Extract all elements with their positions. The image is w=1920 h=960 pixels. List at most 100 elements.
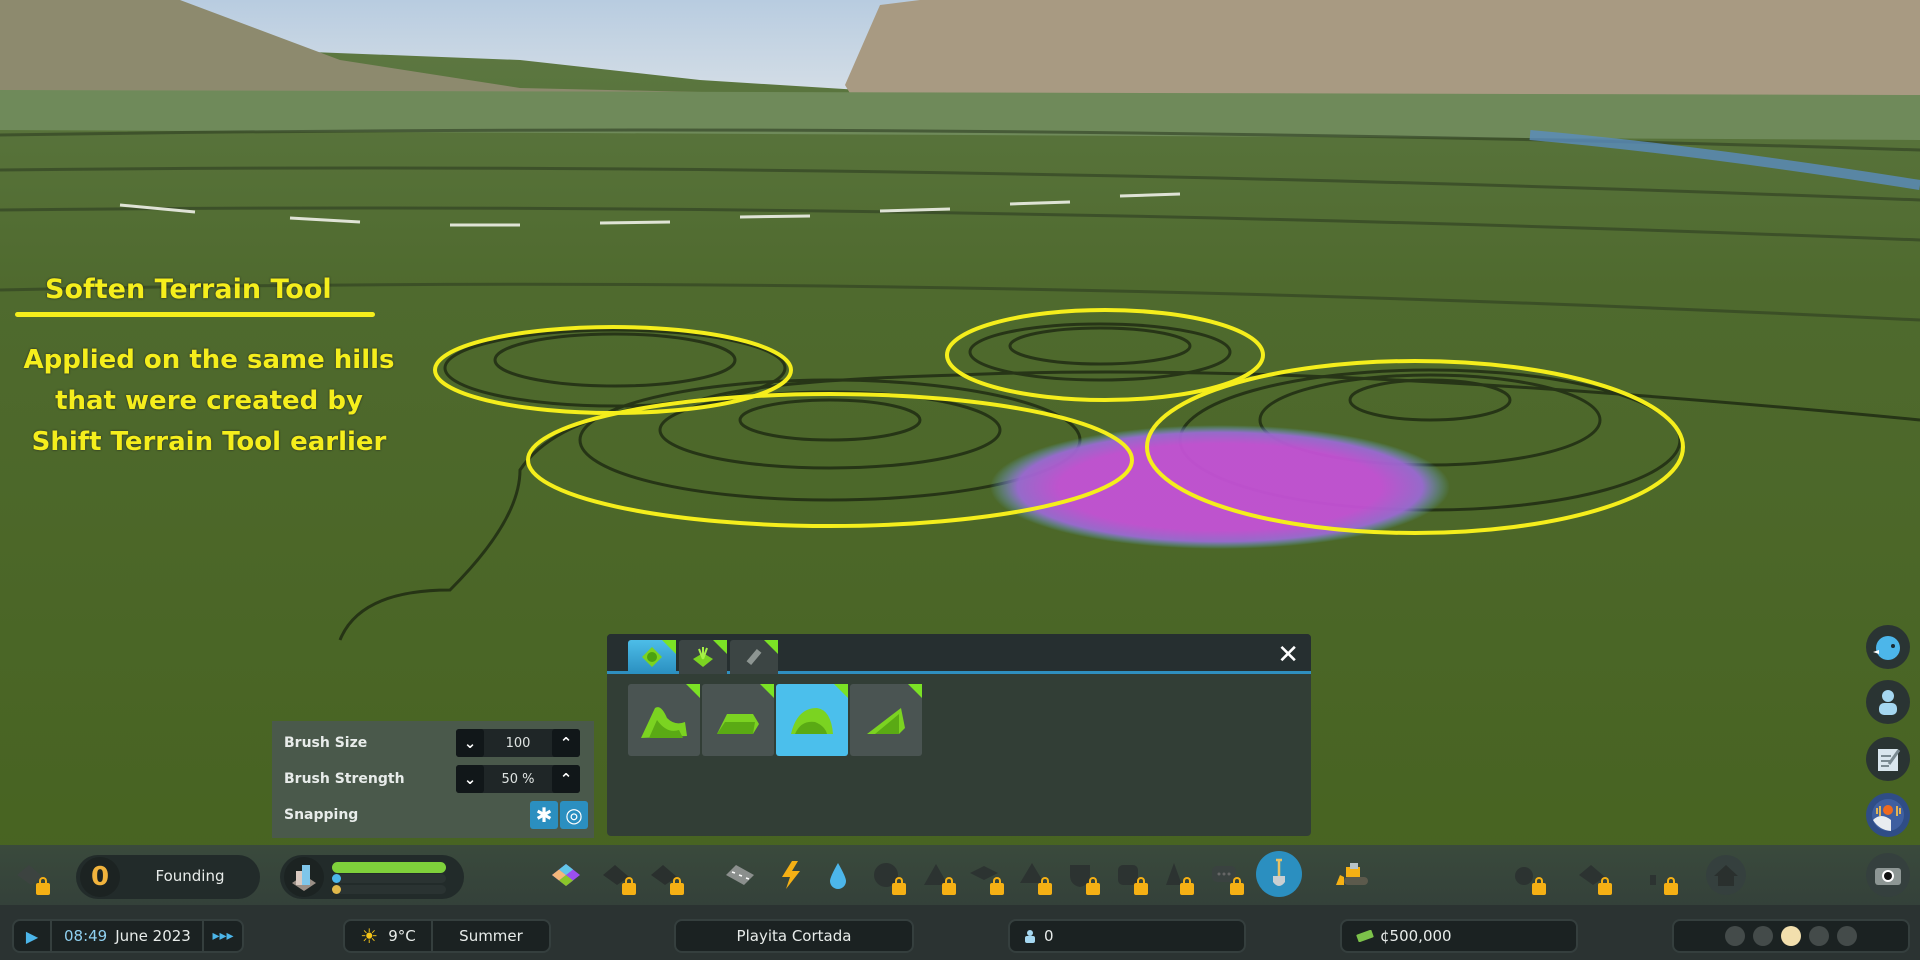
happiness-panel[interactable] <box>1672 919 1910 953</box>
transport-button[interactable] <box>1110 857 1148 895</box>
lock-icon <box>942 877 956 895</box>
brush-options-panel: Brush Size ⌄ 100 ⌃ Brush Strength ⌄ 50 %… <box>272 721 594 838</box>
tool-tabs: ✕ <box>607 634 1311 674</box>
locked-tool-button[interactable] <box>1640 857 1678 895</box>
annotation-body: Applied on the same hills that were crea… <box>4 340 414 463</box>
communications-button[interactable] <box>1206 857 1244 895</box>
chevron-down-icon[interactable]: ⌄ <box>456 765 484 793</box>
education-button[interactable] <box>966 857 1004 895</box>
money-icon <box>1356 930 1374 942</box>
journal-button[interactable] <box>1866 737 1910 781</box>
landscaping-locked-button[interactable] <box>646 857 684 895</box>
chevron-up-icon[interactable]: ⌃ <box>552 729 580 757</box>
fire-button[interactable] <box>1014 857 1052 895</box>
shovel-icon <box>1273 858 1285 886</box>
tab-terrain[interactable] <box>628 640 676 674</box>
locked-map-button[interactable] <box>1574 857 1612 895</box>
city-name[interactable]: Playita Cortada <box>674 919 914 953</box>
bird-icon <box>1873 636 1900 660</box>
time-controls: ▶ 08:49 June 2023 ▸▸▸ <box>12 919 244 953</box>
person-icon <box>1879 690 1897 715</box>
area-tool-button[interactable] <box>12 857 50 895</box>
lock-icon <box>1598 877 1612 895</box>
main-toolbar: 0 Founding <box>0 845 1920 905</box>
soften-terrain-tool[interactable] <box>776 684 848 756</box>
snapping-label: Snapping <box>284 807 359 823</box>
face-unhappy-icon <box>1753 926 1773 946</box>
calendar-date: June 2023 <box>115 927 191 945</box>
police-button[interactable] <box>1062 857 1100 895</box>
road-icon <box>726 865 754 885</box>
money-panel[interactable]: ¢500,000 <box>1340 919 1578 953</box>
progression-panel[interactable] <box>280 855 464 899</box>
annotation-line: Shift Terrain Tool earlier <box>31 427 387 457</box>
lock-icon <box>990 877 1004 895</box>
progress-bar-yellow <box>332 885 446 894</box>
lock-icon <box>670 877 684 895</box>
zoning-icon <box>552 864 580 886</box>
shift-terrain-tool[interactable] <box>628 684 700 756</box>
brush-strength-value: 50 % <box>501 771 535 787</box>
annotation-line: that were created by <box>55 386 363 416</box>
parks-button[interactable] <box>1156 857 1194 895</box>
brush-strength-stepper[interactable]: ⌄ 50 % ⌃ <box>456 765 580 793</box>
radio-button[interactable] <box>1866 793 1910 837</box>
status-bar <box>0 905 1920 960</box>
healthcare-button[interactable] <box>868 857 906 895</box>
annotation-underline <box>15 312 375 317</box>
landscaping-button[interactable] <box>1256 851 1302 897</box>
milestone-number: 0 <box>80 857 120 897</box>
slope-terrain-tool[interactable] <box>850 684 922 756</box>
temperature-display: ☀ 9°C <box>345 921 433 951</box>
garbage-button[interactable] <box>918 857 956 895</box>
lock-icon <box>622 877 636 895</box>
house-icon <box>1714 865 1738 886</box>
water-button[interactable] <box>820 857 856 893</box>
weather-panel[interactable]: ☀ 9°C Summer <box>343 919 551 953</box>
snap-contour-icon[interactable]: ◎ <box>560 801 588 829</box>
play-button[interactable]: ▶ <box>14 921 52 951</box>
clock-time: 08:49 <box>64 927 108 945</box>
brush-size-label: Brush Size <box>284 735 368 751</box>
lock-icon <box>1230 877 1244 895</box>
citizen-button[interactable] <box>1866 680 1910 724</box>
season-label: Summer <box>459 927 523 945</box>
chevron-up-icon[interactable]: ⌃ <box>552 765 580 793</box>
photo-mode-button[interactable] <box>1866 853 1910 897</box>
house-button[interactable] <box>1706 855 1746 895</box>
population-value: 0 <box>1044 927 1054 945</box>
camera-icon <box>1875 868 1901 885</box>
shift-terrain-icon <box>641 707 687 738</box>
tab-vegetation[interactable] <box>679 640 727 674</box>
lock-icon <box>36 877 50 895</box>
face-happy-icon <box>1809 926 1829 946</box>
area-button[interactable] <box>598 857 636 895</box>
lock-icon <box>1532 877 1546 895</box>
close-button[interactable]: ✕ <box>1277 640 1299 670</box>
person-icon <box>1025 930 1035 943</box>
milestone-panel[interactable]: 0 Founding <box>76 855 260 899</box>
tab-surface[interactable] <box>730 640 778 674</box>
locked-feature-button[interactable] <box>1508 857 1546 895</box>
zoning-button[interactable] <box>548 857 584 893</box>
roads-button[interactable] <box>722 857 758 893</box>
bulldozer-button[interactable] <box>1334 857 1370 893</box>
city-icon <box>284 857 324 897</box>
brush-size-stepper[interactable]: ⌄ 100 ⌃ <box>456 729 580 757</box>
electricity-button[interactable] <box>772 857 808 893</box>
annotation-line: Applied on the same hills <box>23 345 395 375</box>
speed-button[interactable]: ▸▸▸ <box>202 921 242 951</box>
level-terrain-tool[interactable] <box>702 684 774 756</box>
lock-icon <box>1086 877 1100 895</box>
temperature-value: 9°C <box>388 927 416 945</box>
sun-icon: ☀ <box>360 924 379 948</box>
lightning-icon <box>782 861 800 889</box>
radio-icon <box>1872 799 1904 831</box>
brush-size-value: 100 <box>505 735 531 751</box>
chirper-button[interactable] <box>1866 625 1910 669</box>
snap-asterisk-icon[interactable]: ✱ <box>530 801 558 829</box>
water-drop-icon <box>830 863 846 889</box>
chevron-down-icon[interactable]: ⌄ <box>456 729 484 757</box>
lock-icon <box>1664 877 1678 895</box>
population-panel[interactable]: 0 <box>1008 919 1246 953</box>
